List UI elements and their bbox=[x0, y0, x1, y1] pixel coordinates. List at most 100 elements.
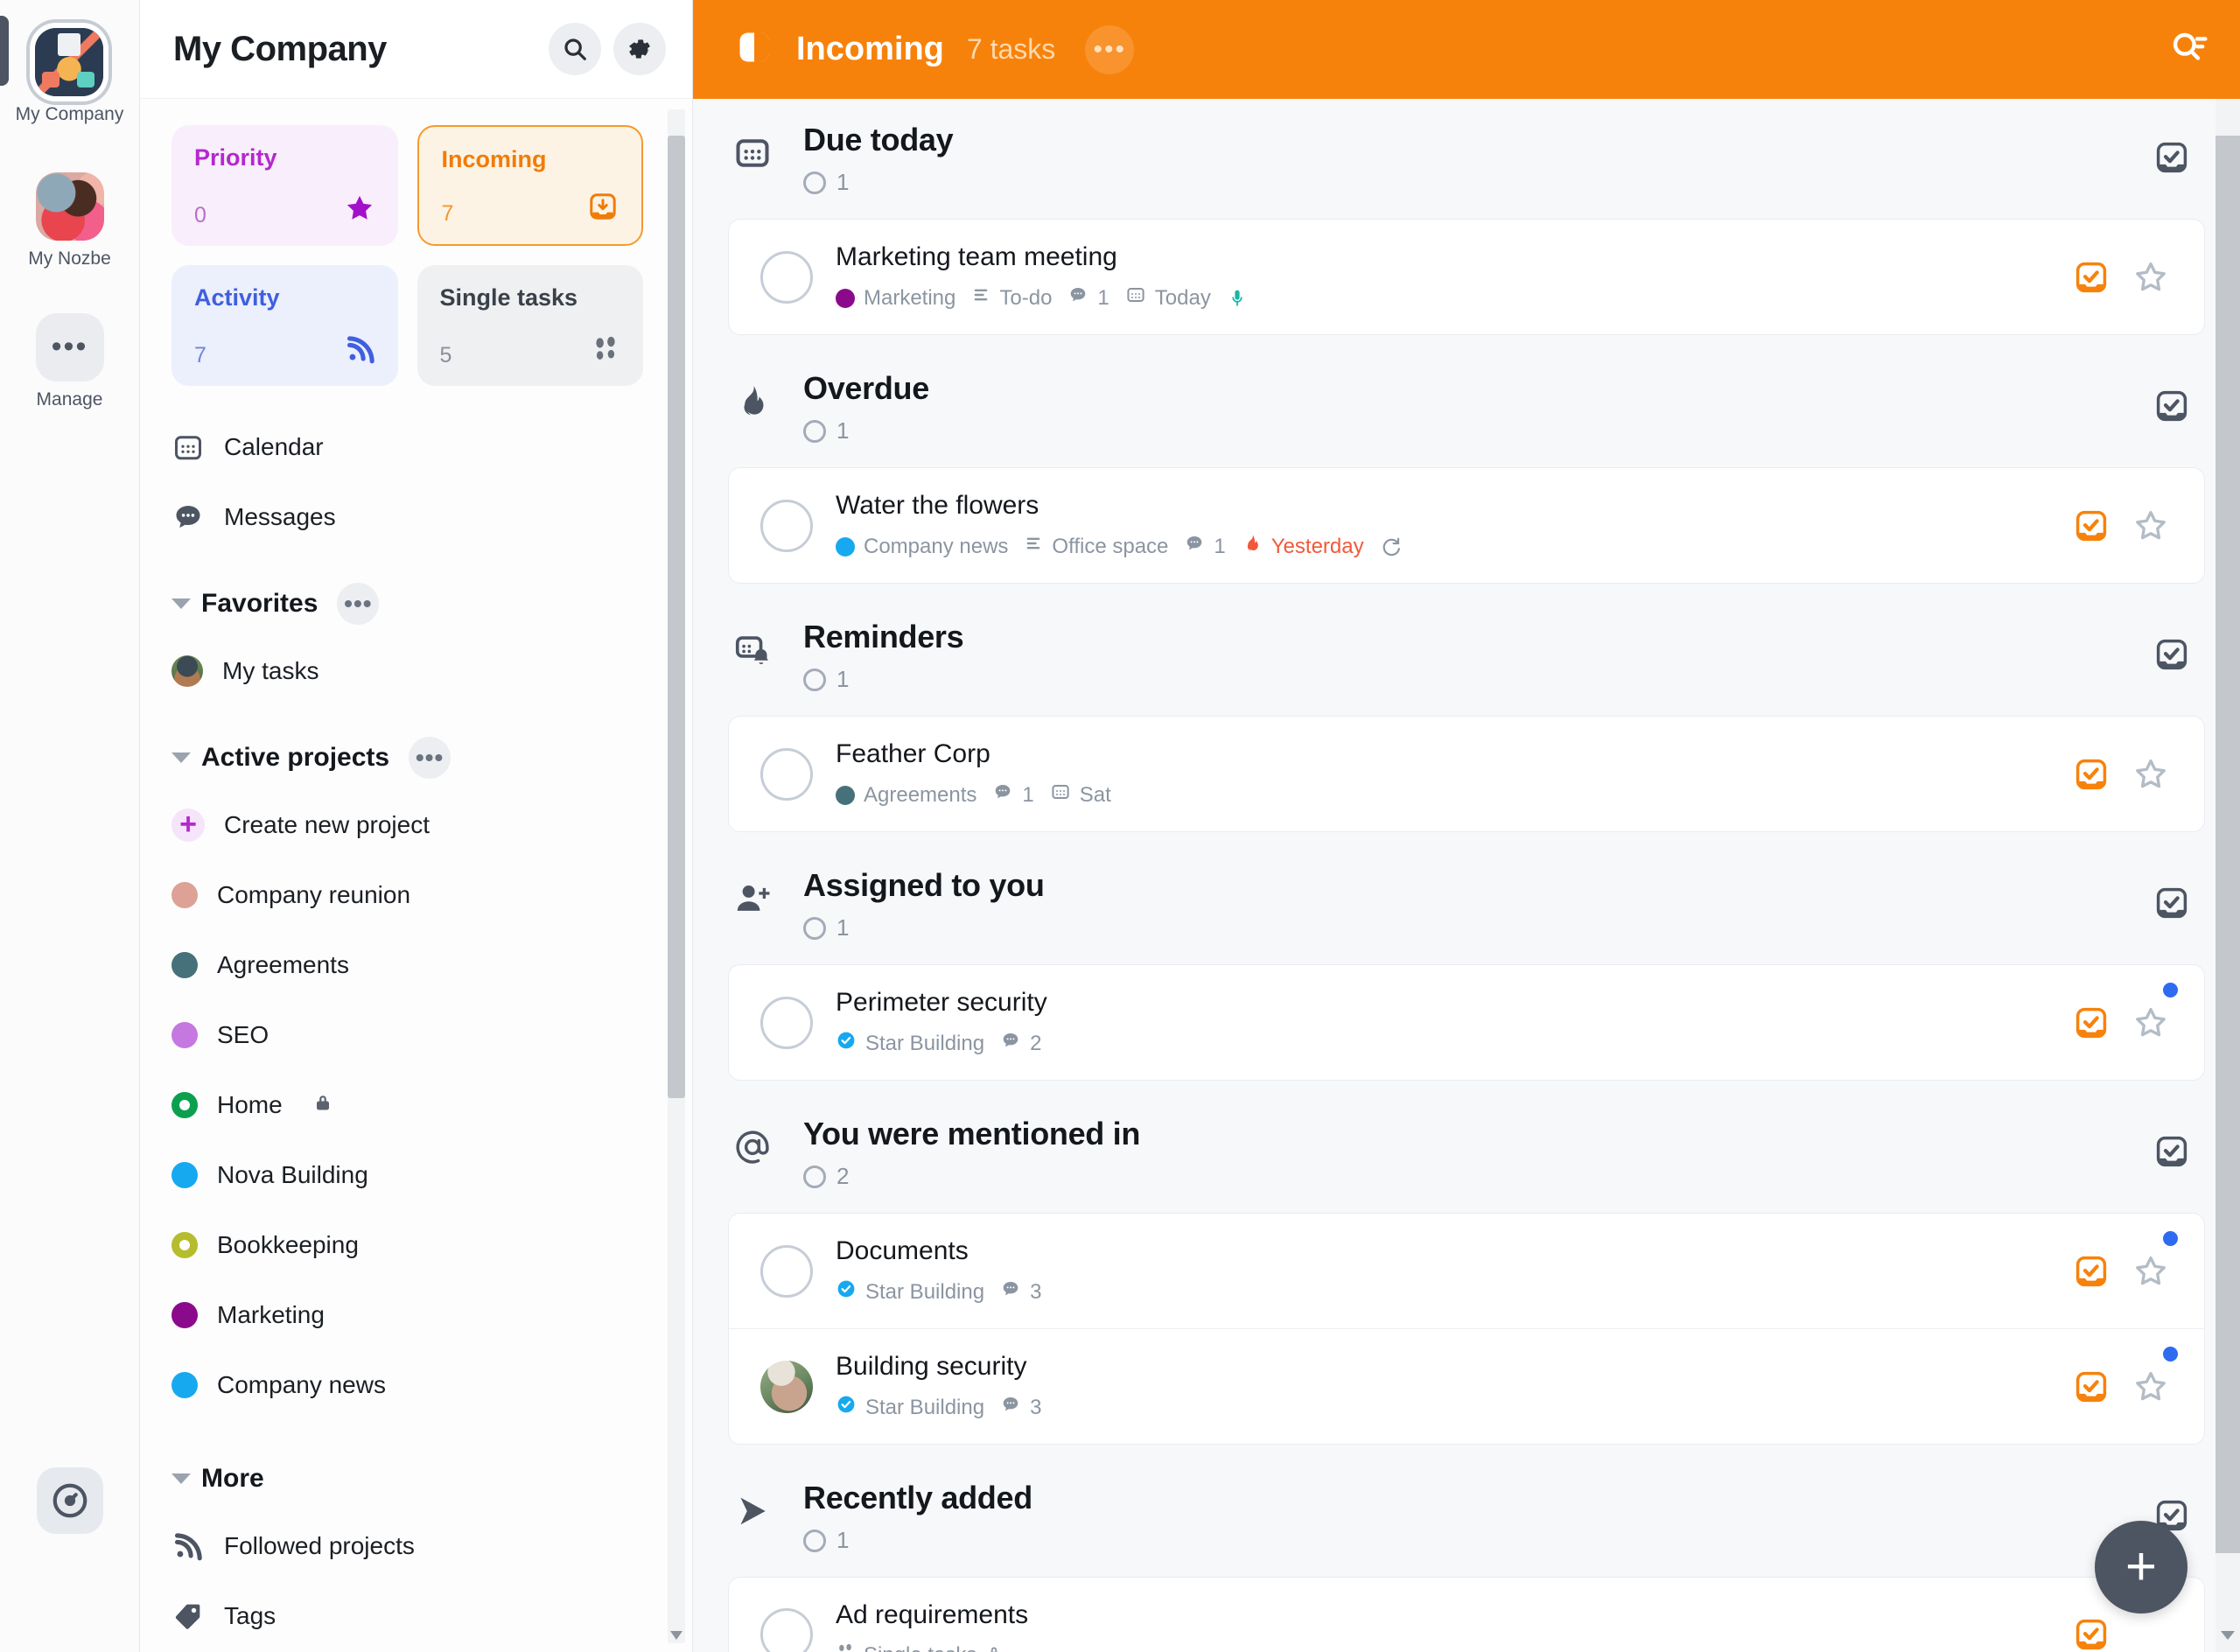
repeat-icon[interactable] bbox=[1380, 536, 1403, 558]
task-project[interactable]: Star Building bbox=[836, 1030, 984, 1057]
sidebar-item-seo[interactable]: SEO bbox=[172, 1000, 643, 1070]
company-avatar[interactable] bbox=[35, 28, 104, 96]
task-row[interactable]: Perimeter security Star Building 2 bbox=[729, 965, 2204, 1080]
task-row[interactable]: Building security Star Building 3 bbox=[729, 1328, 2204, 1444]
task-star-button[interactable] bbox=[2132, 1253, 2169, 1290]
sidebar-group-active-projects[interactable]: Active projects ••• bbox=[172, 729, 643, 787]
sidebar-item-home[interactable]: Home bbox=[172, 1070, 643, 1140]
task-project[interactable]: Agreements bbox=[836, 783, 976, 808]
task-overdue-date[interactable]: Yesterday bbox=[1242, 533, 1364, 560]
inbox-check-icon[interactable] bbox=[2144, 122, 2200, 176]
task-project[interactable]: Single tasks bbox=[836, 1642, 1003, 1652]
task-done-button[interactable] bbox=[2073, 1004, 2110, 1041]
task-comments[interactable]: 3 bbox=[1000, 1278, 1041, 1306]
task-comments[interactable]: 3 bbox=[1000, 1394, 1041, 1421]
tile-single-tasks[interactable]: Single tasks 5 bbox=[416, 265, 643, 386]
task-date[interactable]: Sat bbox=[1050, 781, 1111, 808]
rail-item-my-nozbe[interactable]: My Nozbe bbox=[28, 172, 111, 270]
nozbe-avatar[interactable] bbox=[35, 172, 104, 241]
tile-incoming[interactable]: Incoming 7 bbox=[416, 125, 643, 246]
compass-icon[interactable] bbox=[36, 1467, 103, 1534]
task-comments[interactable]: 1 bbox=[992, 781, 1034, 808]
add-task-button[interactable]: + bbox=[2095, 1521, 2188, 1614]
ellipsis-icon[interactable]: ••• bbox=[1085, 24, 1135, 74]
task-row[interactable]: Documents Star Building 3 bbox=[729, 1214, 2204, 1328]
flame-icon bbox=[1242, 533, 1263, 560]
inbox-check-icon[interactable] bbox=[2144, 867, 2200, 921]
inbox-check-icon[interactable] bbox=[2144, 370, 2200, 424]
task-done-button[interactable] bbox=[2073, 756, 2110, 793]
rail-item-my-company[interactable]: My Company bbox=[16, 28, 123, 125]
ellipsis-icon[interactable]: ••• bbox=[337, 583, 380, 625]
task-complete-checkbox[interactable] bbox=[760, 250, 813, 304]
task-row[interactable]: Marketing team meeting Marketing To-do 1… bbox=[729, 220, 2204, 334]
rail-item-manage[interactable]: ••• Manage bbox=[35, 313, 104, 410]
sidebar-item-create-new-project[interactable]: + Create new project bbox=[172, 790, 643, 860]
search-icon[interactable] bbox=[549, 23, 601, 75]
task-row[interactable]: Ad requirements Single t bbox=[729, 1578, 2204, 1652]
ellipsis-icon[interactable]: ••• bbox=[35, 313, 104, 382]
sidebar-item-my-tasks[interactable]: My tasks bbox=[172, 636, 643, 706]
task-date[interactable]: Today bbox=[1125, 284, 1211, 312]
chevron-down-icon[interactable] bbox=[172, 752, 191, 763]
inbox-check-icon[interactable] bbox=[2144, 619, 2200, 673]
task-complete-checkbox[interactable] bbox=[760, 1244, 813, 1298]
task-section[interactable]: Office space bbox=[1024, 534, 1168, 559]
sidebar-item-marketing[interactable]: Marketing bbox=[172, 1280, 643, 1350]
task-comments[interactable]: 1 bbox=[1184, 533, 1226, 560]
task-comments[interactable]: 2 bbox=[1000, 1030, 1041, 1057]
sidebar-group-more[interactable]: More bbox=[172, 1450, 643, 1508]
inbox-check-icon[interactable] bbox=[2144, 1116, 2200, 1170]
sidebar-item-nova-building[interactable]: Nova Building bbox=[172, 1140, 643, 1210]
task-star-button[interactable] bbox=[2132, 508, 2169, 544]
task-project-label: Single tasks bbox=[864, 1643, 976, 1652]
sidebar-item-messages[interactable]: Messages bbox=[172, 482, 643, 552]
task-star-button[interactable] bbox=[2132, 756, 2169, 793]
task-star-button[interactable] bbox=[2132, 259, 2169, 296]
list-icon bbox=[1024, 534, 1043, 559]
task-row[interactable]: Feather Corp Agreements 1 Sat bbox=[729, 717, 2204, 831]
sidebar-item-tags[interactable]: Tags bbox=[172, 1581, 643, 1651]
ellipsis-icon[interactable]: ••• bbox=[409, 737, 452, 779]
chevron-down-icon[interactable] bbox=[172, 598, 191, 609]
search-filter-icon[interactable] bbox=[2168, 26, 2210, 73]
task-complete-checkbox[interactable] bbox=[760, 499, 813, 552]
gear-icon[interactable] bbox=[613, 23, 666, 75]
main-title: Incoming bbox=[796, 31, 944, 67]
task-project[interactable]: Star Building bbox=[836, 1394, 984, 1421]
task-comments[interactable]: 1 bbox=[1068, 284, 1110, 312]
task-done-button[interactable] bbox=[2073, 259, 2110, 296]
sidebar-item-followed-projects[interactable]: Followed projects bbox=[172, 1511, 643, 1581]
task-star-button[interactable] bbox=[2132, 1368, 2169, 1405]
tile-activity[interactable]: Activity 7 bbox=[172, 265, 398, 386]
task-done-button[interactable] bbox=[2073, 1368, 2110, 1405]
task-section[interactable]: To-do bbox=[971, 285, 1052, 311]
sidebar-item-agreements[interactable]: Agreements bbox=[172, 930, 643, 1000]
sidebar-item-calendar[interactable]: Calendar bbox=[172, 412, 643, 482]
task-project[interactable]: Star Building bbox=[836, 1278, 984, 1306]
chevron-down-icon[interactable] bbox=[172, 1474, 191, 1484]
sidebar-toggle-icon[interactable] bbox=[735, 28, 774, 71]
task-done-button[interactable] bbox=[2073, 508, 2110, 544]
task-project[interactable]: Marketing bbox=[836, 286, 956, 311]
task-done-button[interactable] bbox=[2073, 1253, 2110, 1290]
task-done-button[interactable] bbox=[2073, 1616, 2110, 1652]
sidebar-item-company-news[interactable]: Company news bbox=[172, 1350, 643, 1420]
task-complete-checkbox[interactable] bbox=[760, 1607, 813, 1652]
sidebar-item-bookkeeping[interactable]: Bookkeeping bbox=[172, 1210, 643, 1280]
sidebar-scrollbar-thumb[interactable] bbox=[668, 136, 685, 1098]
rail-edge-handle[interactable] bbox=[0, 16, 9, 86]
main-scroll-down-arrow[interactable] bbox=[2216, 1620, 2240, 1650]
task-complete-checkbox[interactable] bbox=[760, 996, 813, 1049]
sidebar-item-company-reunion[interactable]: Company reunion bbox=[172, 860, 643, 930]
task-complete-checkbox[interactable] bbox=[760, 747, 813, 801]
main-scrollbar-thumb[interactable] bbox=[2216, 136, 2240, 1553]
tile-priority[interactable]: Priority 0 bbox=[172, 125, 398, 246]
task-row[interactable]: Water the flowers Company news Office sp… bbox=[729, 468, 2204, 583]
sidebar-group-favorites[interactable]: Favorites ••• bbox=[172, 575, 643, 633]
task-project[interactable]: Company news bbox=[836, 535, 1008, 559]
group-label: Active projects bbox=[201, 743, 390, 772]
task-star-button[interactable] bbox=[2132, 1004, 2169, 1041]
sidebar-scroll-down-arrow[interactable] bbox=[668, 1624, 685, 1647]
microphone-icon[interactable] bbox=[1227, 288, 1248, 309]
